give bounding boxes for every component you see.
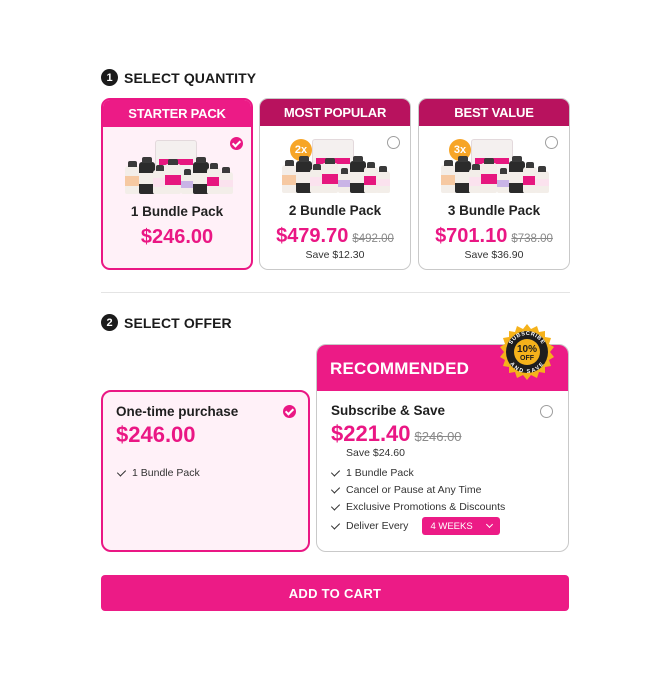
section-divider [101,292,570,293]
option-price: $246.00 [140,226,214,248]
feature-label: Exclusive Promotions & Discounts [346,501,506,513]
deliver-label: Deliver Every [346,520,409,532]
offer-one-time-purchase[interactable]: One-time purchase $246.00 1 Bundle Pack [101,390,310,552]
feature-item: 1 Bundle Pack [330,466,414,479]
product-bundle-image [282,139,390,193]
radio-unchecked-icon[interactable] [540,405,553,418]
option-savings: Save $36.90 [464,249,524,261]
option-savings: Save $12.30 [305,249,365,261]
radio-checked-icon[interactable] [283,405,296,418]
chevron-down-icon [486,520,494,529]
option-price: $479.70 [276,225,349,247]
feature-label: Cancel or Pause at Any Time [346,484,482,496]
option-price-row: $701.10 $738.00 [419,225,569,248]
delivery-frequency-value: 4 WEEKS [430,520,473,532]
quantity-option-3[interactable]: BEST VALUE 3x 3 Bundle Pack $701.10 $738… [418,98,570,270]
check-icon [330,519,341,530]
product-bundle-image [125,140,233,194]
option-old-price: $492.00 [352,233,394,245]
seal-off: OFF [520,355,535,362]
option-header: MOST POPULAR [260,99,410,126]
quantity-option-1[interactable]: STARTER PACK 1 Bundle Pack $246.00 [101,98,253,270]
step-number: 2 [101,314,118,331]
offer-price-row: $221.40 $246.00 [331,421,462,447]
add-to-cart-button[interactable]: ADD TO CART [101,575,569,611]
delivery-frequency-select[interactable]: 4 WEEKS [422,517,501,535]
check-icon [330,483,341,494]
option-price-row: $246.00 [103,226,251,249]
option-header: BEST VALUE [419,99,569,126]
check-icon [330,466,341,477]
check-icon [116,466,127,477]
option-name: 2 Bundle Pack [288,203,382,218]
option-price-row: $479.70 $492.00 [260,225,410,248]
feature-item: 1 Bundle Pack [116,466,200,479]
step-1-heading: 1 SELECT QUANTITY [101,69,256,86]
feature-item-delivery: Deliver Every 4 WEEKS [330,517,501,535]
quantity-option-2[interactable]: MOST POPULAR 2x 2 Bundle Pack $479.70 $4… [259,98,411,270]
feature-label: 1 Bundle Pack [132,467,200,479]
option-old-price: $738.00 [511,233,553,245]
offer-title: One-time purchase [116,404,239,419]
check-icon [330,500,341,511]
step-number: 1 [101,69,118,86]
offer-price: $221.40 [331,421,411,446]
option-price: $701.10 [435,225,508,247]
offer-old-price: $246.00 [414,429,462,444]
feature-label: 1 Bundle Pack [346,467,414,479]
product-bundle-image [441,139,549,193]
option-header: STARTER PACK [103,100,251,127]
option-name: 3 Bundle Pack [447,203,541,218]
step-title: SELECT OFFER [124,314,232,331]
seal-percent: 10% [517,344,537,355]
option-name: 1 Bundle Pack [130,204,224,219]
discount-seal-badge: SUBSCRIBE AND SAVE 10% OFF [500,324,554,380]
step-2-heading: 2 SELECT OFFER [101,314,232,331]
offer-title: Subscribe & Save [331,403,446,418]
offer-savings: Save $24.60 [346,447,405,459]
feature-item: Cancel or Pause at Any Time [330,483,482,496]
step-title: SELECT QUANTITY [124,69,257,86]
feature-item: Exclusive Promotions & Discounts [330,500,506,513]
offer-price-row: $246.00 [116,422,196,448]
offer-price: $246.00 [116,422,196,447]
